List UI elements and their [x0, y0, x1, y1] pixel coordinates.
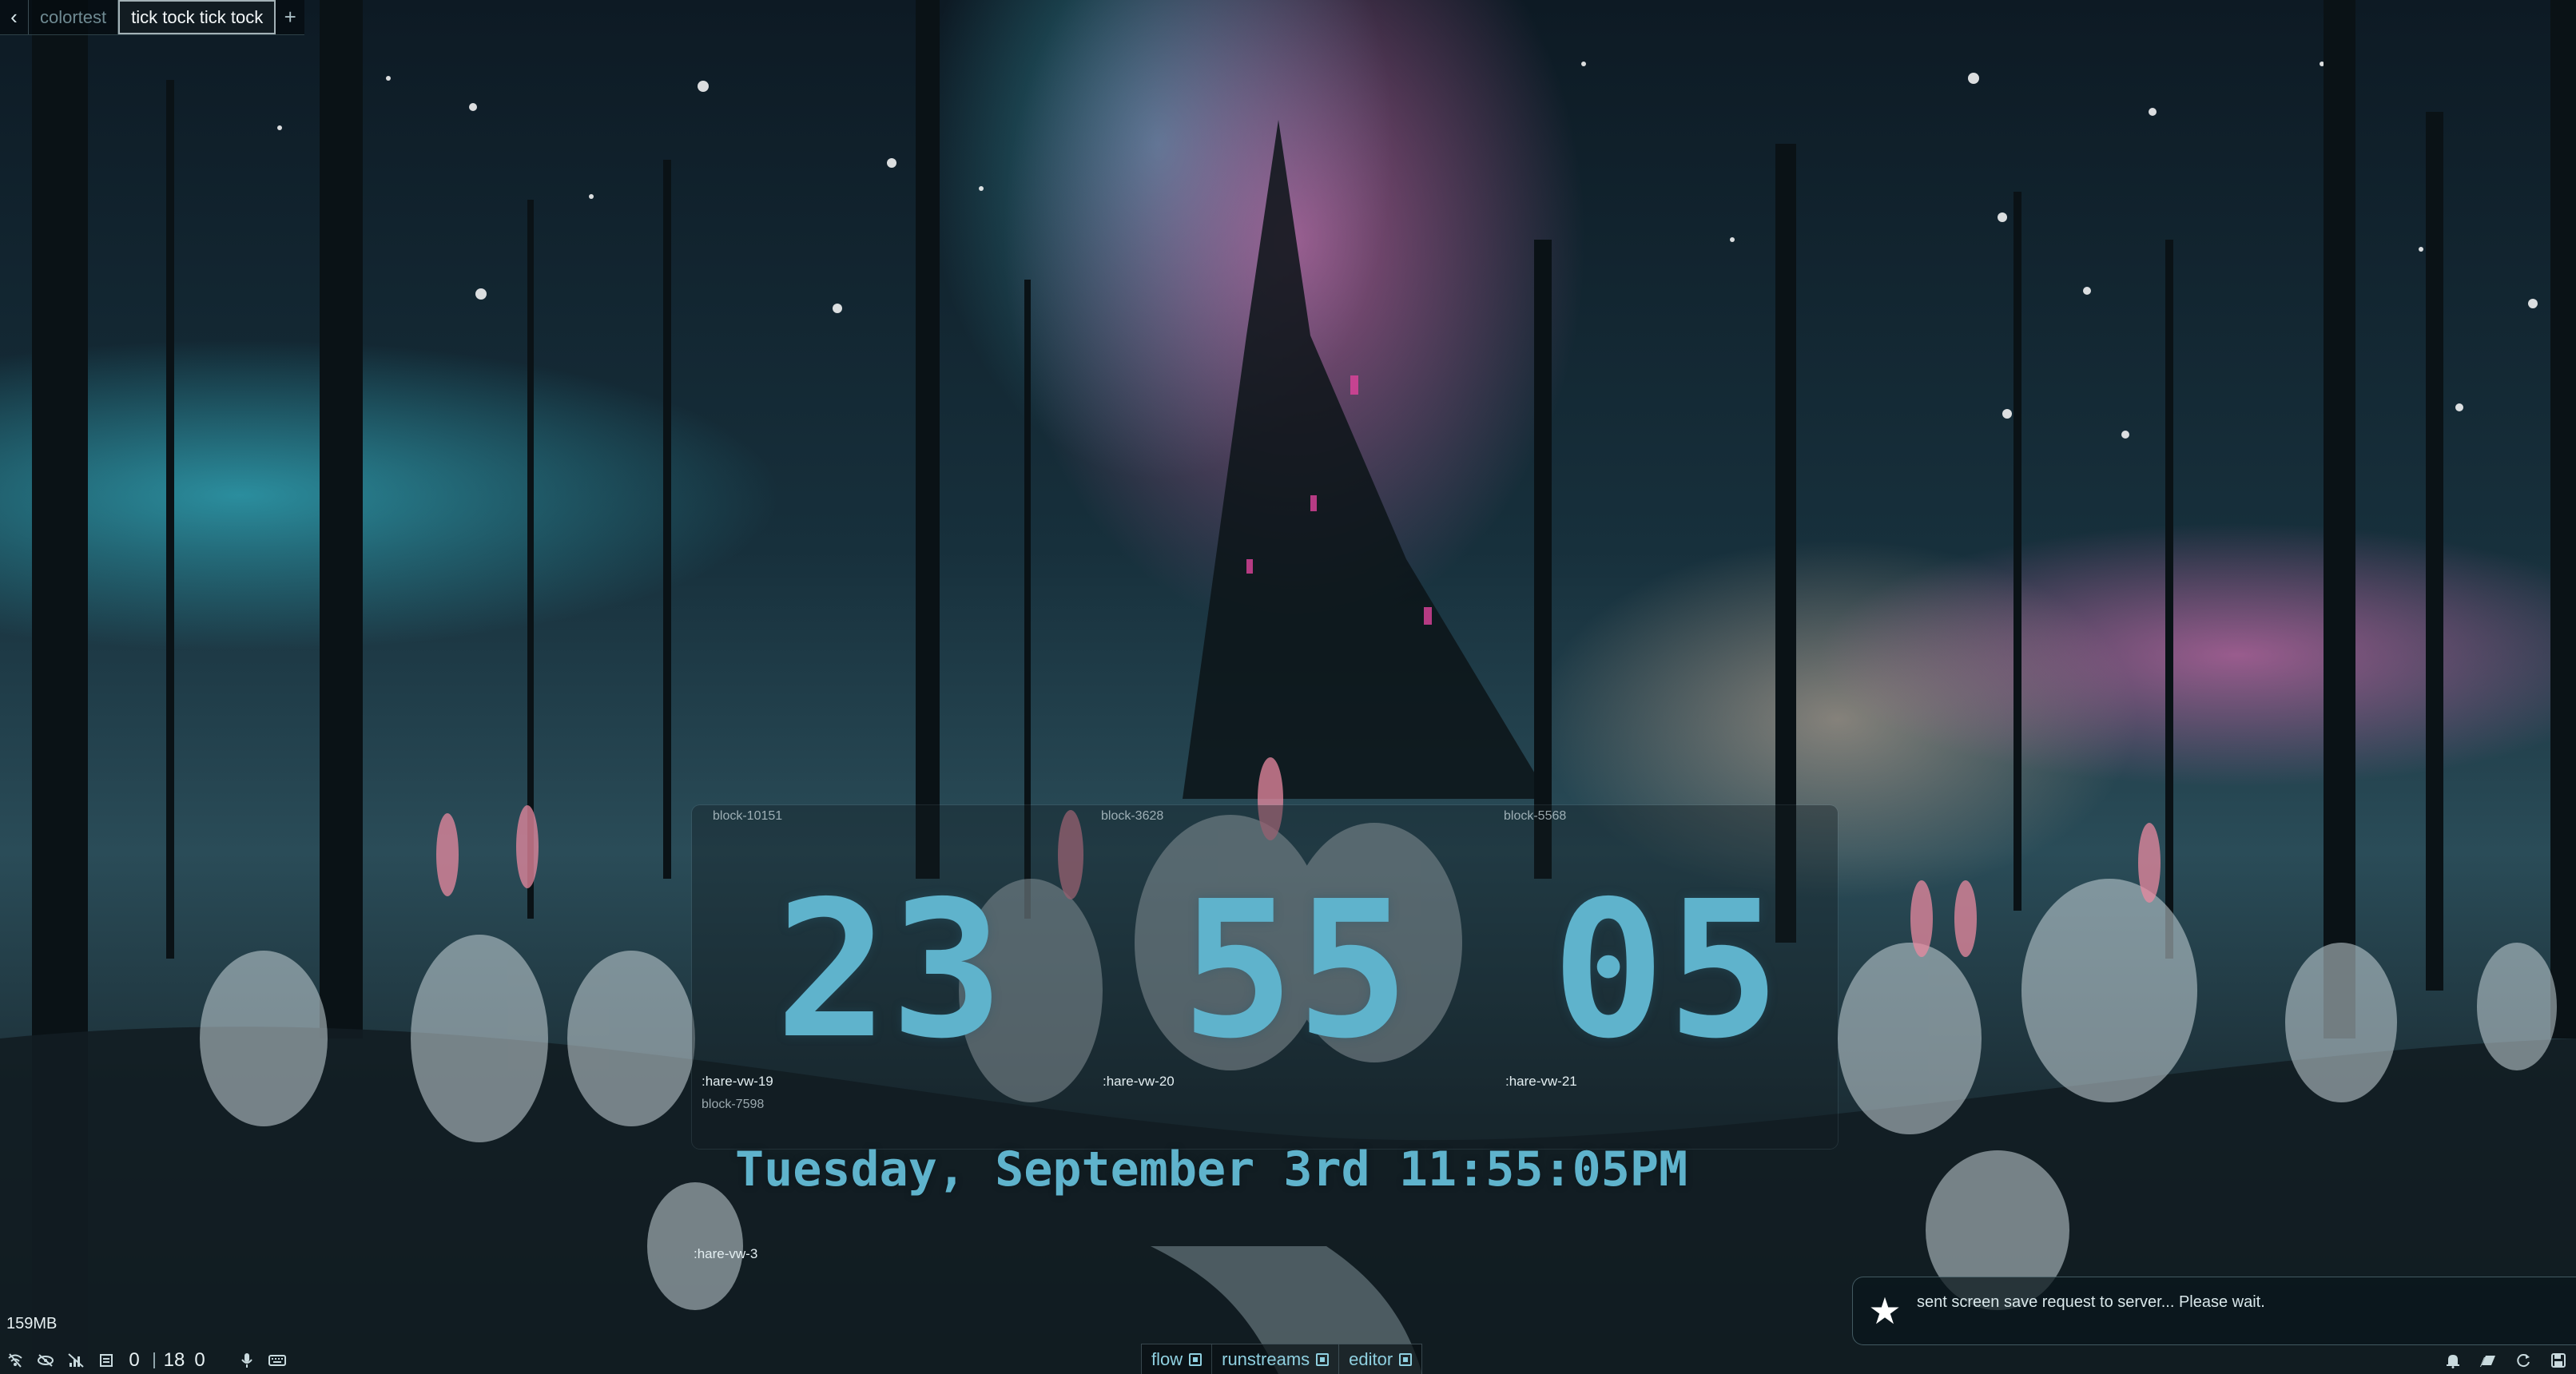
tab-colortest[interactable]: colortest [29, 0, 119, 34]
count-c: 0 [194, 1349, 205, 1371]
wifi-off-icon[interactable] [0, 1347, 30, 1374]
workspace-bar: flow runstreams editor [1141, 1344, 1423, 1374]
toast-message: sent screen save request to server... Pl… [1917, 1293, 2265, 1311]
seconds-block-label: block-5568 [1504, 809, 1567, 823]
window-icon [1189, 1352, 1203, 1366]
tab-tick-tock[interactable]: tick tock tick tock [118, 0, 276, 34]
memory-usage: 159MB [6, 1315, 58, 1332]
notification-toast[interactable]: ★ sent screen save request to server... … [1852, 1277, 2576, 1345]
keyboard-icon[interactable] [262, 1347, 292, 1374]
bell-icon[interactable] [2435, 1347, 2471, 1374]
clock-date-line: Tuesday, September 3rd 11:55:05PM [735, 1142, 1688, 1197]
star-icon: ★ [1868, 1290, 1902, 1332]
minutes-block-label: block-3628 [1101, 809, 1164, 823]
window-icon [1316, 1352, 1330, 1366]
castle [1183, 120, 1550, 799]
window-icon [1399, 1352, 1413, 1366]
clock-seconds: 05 [1552, 860, 1783, 1080]
workspace-editor[interactable]: editor [1339, 1344, 1421, 1374]
workspace-label: flow [1151, 1348, 1183, 1369]
status-bar-left: 0 18 0 [0, 1347, 292, 1374]
hare-label-outside: :hare-vw-3 [694, 1246, 758, 1261]
workspace-flow[interactable]: flow [1142, 1344, 1213, 1374]
hare-label-minutes: :hare-vw-20 [1103, 1074, 1175, 1089]
server-icon[interactable] [91, 1347, 121, 1374]
separator-icon [213, 1347, 232, 1374]
stars [277, 62, 2538, 439]
refresh-icon[interactable] [2506, 1347, 2541, 1374]
separator-icon [147, 1347, 161, 1374]
eye-off-icon[interactable] [30, 1347, 61, 1374]
status-bar-right [2435, 1347, 2576, 1374]
workspace-label: editor [1349, 1348, 1393, 1369]
date-block-label: block-7598 [702, 1098, 765, 1111]
back-button[interactable]: ‹ [0, 0, 29, 34]
add-tab-button[interactable]: + [276, 0, 304, 34]
save-icon[interactable] [2541, 1347, 2576, 1374]
tab-bar: ‹ colortest tick tock tick tock + [0, 0, 305, 35]
hours-block-label: block-10151 [713, 809, 783, 823]
hare-label-hours: :hare-vw-19 [702, 1074, 773, 1089]
mic-icon[interactable] [232, 1347, 262, 1374]
count-a: 0 [129, 1349, 140, 1371]
hare-label-seconds: :hare-vw-21 [1505, 1074, 1577, 1089]
count-b: 18 [163, 1349, 185, 1371]
workspace-label: runstreams [1222, 1348, 1310, 1369]
signal-off-icon[interactable] [61, 1347, 91, 1374]
layers-icon[interactable] [2471, 1347, 2506, 1374]
workspace-runstreams[interactable]: runstreams [1212, 1344, 1340, 1374]
clock-hours: 23 [775, 860, 1006, 1080]
clock-minutes: 55 [1181, 860, 1412, 1080]
